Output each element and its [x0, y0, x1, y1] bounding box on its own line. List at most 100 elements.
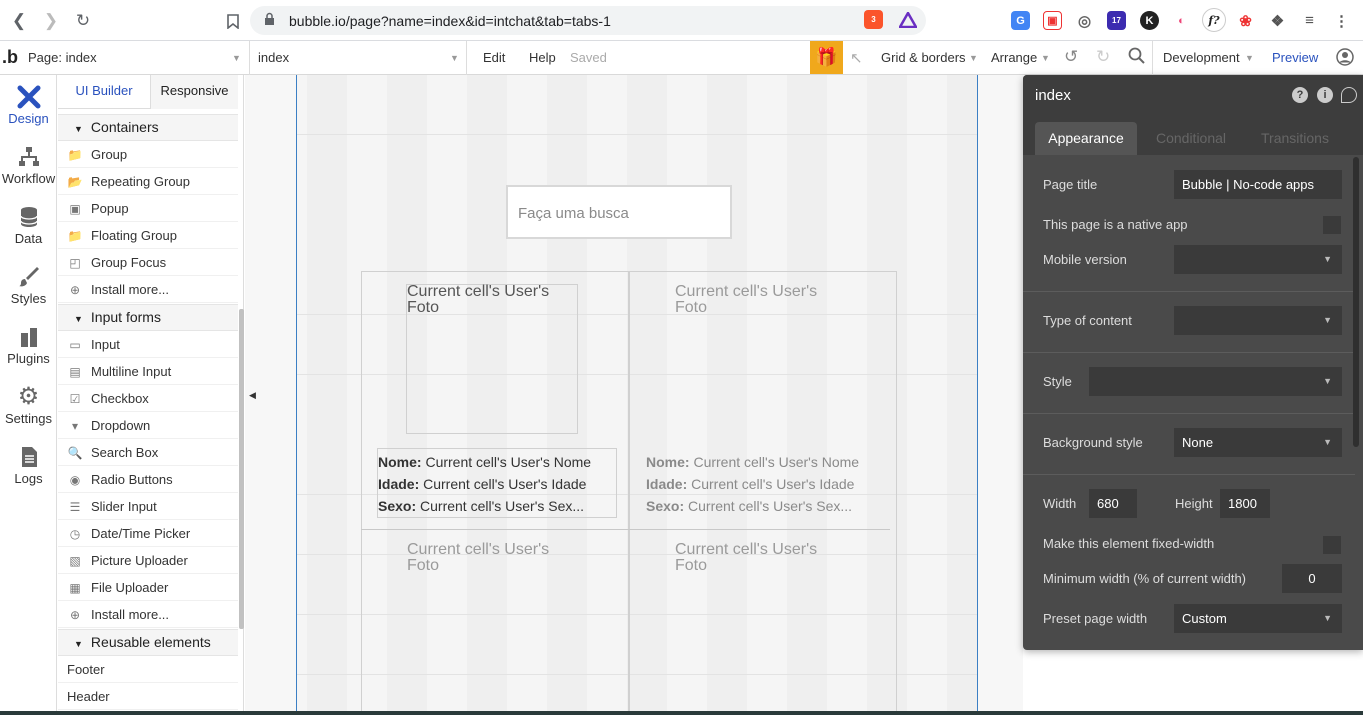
palette-item-radio-buttons[interactable]: ◉ Radio Buttons: [58, 466, 238, 493]
page-select-caret-icon[interactable]: ▼: [450, 53, 459, 63]
palette-item-search-box[interactable]: 🔍 Search Box: [58, 439, 238, 466]
selector-icon[interactable]: ↖: [850, 49, 863, 67]
preset-width-dropdown[interactable]: Custom ▼: [1174, 604, 1342, 633]
calendar-icon[interactable]: 17: [1107, 11, 1126, 30]
tab-ui-builder[interactable]: UI Builder: [58, 75, 150, 109]
extensions-icon[interactable]: ❖: [1268, 11, 1287, 30]
bookmark-icon[interactable]: [222, 10, 244, 32]
search-input[interactable]: Faça uma busca: [506, 185, 732, 239]
back-icon[interactable]: ❮: [8, 10, 30, 32]
undo-icon[interactable]: ↺: [1064, 47, 1078, 67]
grid-caret-icon[interactable]: ▼: [969, 53, 978, 63]
palette-item-install-more[interactable]: ⊕ Install more...: [58, 601, 238, 628]
tab-conditional[interactable]: Conditional: [1143, 122, 1239, 155]
palette-item-label: Multiline Input: [91, 364, 172, 379]
editor-canvas[interactable]: ◀ Faça uma busca Current cell's User's F…: [245, 75, 1023, 715]
preview-link[interactable]: Preview: [1272, 50, 1318, 65]
palette-item-repeating-group[interactable]: 📂 Repeating Group: [58, 168, 238, 195]
address-bar[interactable]: bubble.io/page?name=index&id=intchat&tab…: [250, 6, 926, 35]
palette-item-multiline-input[interactable]: ▤ Multiline Input: [58, 358, 238, 385]
user-info-text[interactable]: Nome: Current cell's User's Nome Idade: …: [377, 448, 617, 518]
reload-icon[interactable]: ↻: [72, 10, 94, 32]
height-input[interactable]: 1800: [1220, 489, 1270, 518]
palette-item-file-uploader[interactable]: ▦ File Uploader: [58, 574, 238, 601]
help-menu[interactable]: Help: [529, 50, 556, 65]
sidebar-label: Plugins: [7, 351, 50, 366]
palette-item-install-more[interactable]: ⊕ Install more...: [58, 276, 238, 303]
section-containers[interactable]: ▼ Containers: [58, 114, 238, 141]
camera-icon[interactable]: ◎: [1075, 11, 1094, 30]
palette-item-checkbox[interactable]: ☑ Checkbox: [58, 385, 238, 412]
min-width-input[interactable]: 0: [1282, 564, 1342, 593]
tab-transitions[interactable]: Transitions: [1245, 122, 1345, 155]
function-icon[interactable]: f?: [1202, 8, 1226, 32]
forward-icon[interactable]: ❯: [40, 10, 62, 32]
fixed-width-checkbox[interactable]: [1323, 536, 1341, 554]
palette-icon[interactable]: ◐: [1172, 11, 1191, 30]
palette-item-popup[interactable]: ▣ Popup: [58, 195, 238, 222]
sidebar-item-settings[interactable]: ⚙ Settings: [0, 375, 57, 435]
edit-menu[interactable]: Edit: [483, 50, 505, 65]
environment-select[interactable]: Development: [1163, 50, 1240, 65]
palette-item-picture-uploader[interactable]: ▧ Picture Uploader: [58, 547, 238, 574]
sidebar-item-design[interactable]: Design: [0, 75, 57, 135]
native-app-checkbox[interactable]: [1323, 216, 1341, 234]
property-editor[interactable]: index ? i Appearance Conditional Transit…: [1023, 75, 1363, 650]
type-of-content-dropdown[interactable]: ▼: [1174, 306, 1342, 335]
redo-icon[interactable]: ↻: [1096, 47, 1110, 67]
translate-icon[interactable]: G: [1011, 11, 1030, 30]
width-input[interactable]: 680: [1089, 489, 1137, 518]
reading-list-icon[interactable]: ≡: [1300, 11, 1319, 30]
mobile-version-dropdown[interactable]: ▼: [1174, 245, 1342, 274]
property-editor-header[interactable]: index ? i: [1023, 75, 1363, 115]
tab-appearance[interactable]: Appearance: [1035, 122, 1137, 155]
palette-item-footer[interactable]: Footer: [58, 656, 238, 683]
sexo-value: Current cell's User's Sex...: [420, 498, 585, 514]
arrange-caret-icon[interactable]: ▼: [1041, 53, 1050, 63]
sidebar-item-styles[interactable]: Styles: [0, 255, 57, 315]
palette-item-group[interactable]: 📁 Group: [58, 141, 238, 168]
comment-icon[interactable]: [1341, 87, 1357, 103]
background-style-dropdown[interactable]: None ▼: [1174, 428, 1342, 457]
browser-menu-icon[interactable]: ⋮: [1332, 11, 1351, 30]
palette-item-group-focus[interactable]: ◰ Group Focus: [58, 249, 238, 276]
bubble-logo-icon[interactable]: .b: [2, 47, 18, 68]
palette-item-slider-input[interactable]: ☰ Slider Input: [58, 493, 238, 520]
brave-shield-icon[interactable]: 3: [864, 10, 883, 29]
section-reusable-elements[interactable]: ▼ Reusable elements: [58, 629, 238, 656]
color-wheel-icon[interactable]: ❀: [1236, 11, 1255, 30]
palette-item-header[interactable]: Header: [58, 683, 238, 710]
palette-item-floating-group[interactable]: 📁 Floating Group: [58, 222, 238, 249]
section-input-forms[interactable]: ▼ Input forms: [58, 304, 238, 331]
account-icon[interactable]: [1336, 48, 1354, 69]
search-icon[interactable]: [1128, 47, 1145, 67]
tab-responsive[interactable]: Responsive: [150, 75, 238, 109]
palette-item-datetime-picker[interactable]: ◷ Date/Time Picker: [58, 520, 238, 547]
info-icon[interactable]: i: [1317, 87, 1333, 103]
palette-item-dropdown[interactable]: ▾ Dropdown: [58, 412, 238, 439]
page-index[interactable]: Faça uma busca Current cell's User's Fot…: [296, 75, 978, 715]
page-dropdown-caret-icon[interactable]: ▼: [232, 53, 241, 63]
gallery-icon[interactable]: ▣: [1043, 11, 1062, 30]
arrange-menu[interactable]: Arrange: [991, 50, 1037, 65]
k-icon[interactable]: K: [1140, 11, 1159, 30]
collapse-palette-icon[interactable]: ◀: [249, 390, 256, 401]
sidebar-item-logs[interactable]: Logs: [0, 435, 57, 495]
sidebar-item-plugins[interactable]: Plugins: [0, 315, 57, 375]
style-dropdown[interactable]: ▼: [1089, 367, 1342, 396]
triangle-icon[interactable]: [898, 10, 917, 29]
page-select[interactable]: index: [258, 50, 289, 65]
palette-item-input[interactable]: ▭ Input: [58, 331, 238, 358]
sidebar-item-workflow[interactable]: Workflow: [0, 135, 57, 195]
help-icon[interactable]: ?: [1292, 87, 1308, 103]
property-editor-scrollbar[interactable]: [1353, 157, 1359, 447]
env-caret-icon[interactable]: ▼: [1245, 53, 1254, 63]
palette-scrollbar[interactable]: [239, 309, 244, 629]
gift-icon[interactable]: 🎁: [810, 41, 843, 74]
page-label[interactable]: Page: index: [28, 50, 97, 65]
grid-borders-menu[interactable]: Grid & borders: [881, 50, 966, 65]
page-title-input[interactable]: Bubble | No-code apps: [1174, 170, 1342, 199]
sidebar-item-data[interactable]: Data: [0, 195, 57, 255]
user-info-text: Nome: Current cell's User's Nome Idade: …: [645, 448, 885, 518]
dropdown-caret-icon: ▼: [1323, 613, 1332, 623]
